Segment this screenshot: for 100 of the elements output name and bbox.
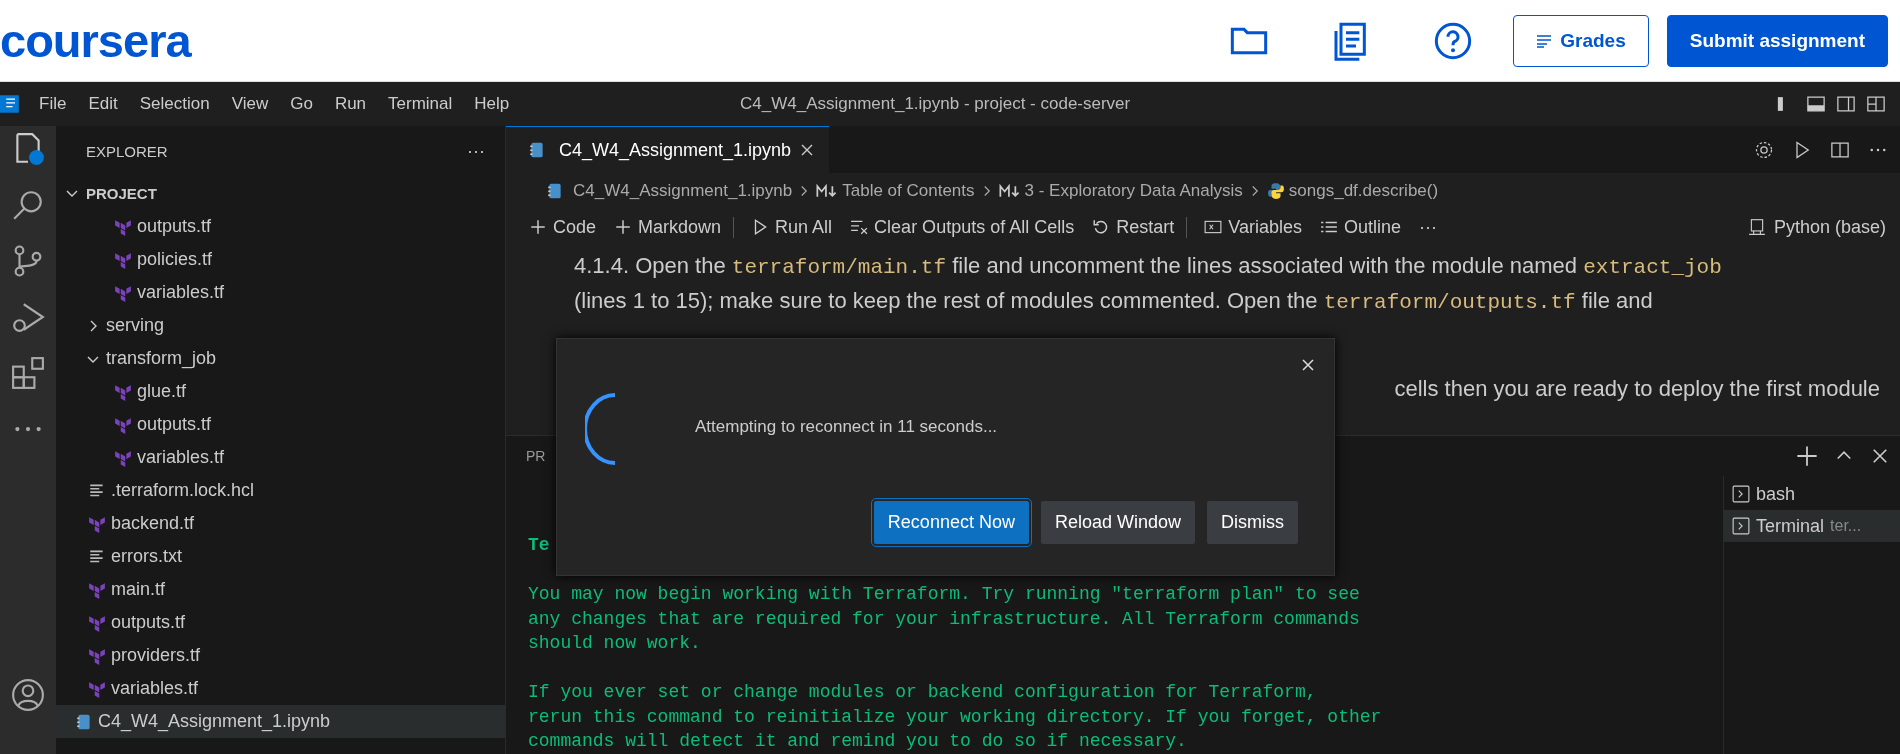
toolbar-button[interactable]: Clear Outputs of All Cells	[843, 216, 1082, 238]
plus-icon	[529, 218, 547, 236]
terraform-icon	[88, 514, 106, 533]
file-tree-item[interactable]: policies.tf	[56, 243, 505, 276]
menu-item[interactable]: Help	[463, 94, 521, 114]
python-icon	[1266, 182, 1285, 200]
help-icon[interactable]	[1433, 20, 1474, 61]
dialog-message: Attempting to reconnect in 11 seconds...	[695, 417, 998, 437]
terminal-icon	[1732, 517, 1750, 535]
close-icon[interactable]	[1870, 446, 1890, 466]
menu-item[interactable]: View	[220, 94, 280, 114]
file-tree-item[interactable]: errors.txt	[56, 540, 505, 573]
variables-icon	[1204, 218, 1223, 236]
panel-toggle-icon[interactable]	[1806, 94, 1826, 114]
terminal-line: You may now begin working with Terraform. Try running "terraform plan" to see	[528, 584, 1360, 604]
secondary-sidebar-icon[interactable]	[1836, 94, 1856, 114]
split-editor-icon[interactable]	[1830, 139, 1850, 160]
file-tree-item[interactable]: variables.tf	[56, 276, 505, 309]
toolbar-button[interactable]: Variables	[1197, 216, 1309, 238]
terminal-list-item[interactable]: bash	[1724, 478, 1900, 510]
file-tree-item[interactable]: providers.tf	[56, 639, 505, 672]
terraform-icon	[114, 415, 132, 434]
menu-item[interactable]: Terminal	[377, 94, 464, 114]
kernel-icon	[1747, 218, 1766, 236]
file-tree-item[interactable]: .terraform.lock.hcl	[56, 474, 505, 507]
dialog-button[interactable]: Dismiss	[1207, 501, 1298, 544]
menu-item[interactable]: File	[28, 94, 78, 114]
notebook-icon	[546, 182, 564, 200]
logo[interactable]: coursera	[0, 13, 191, 68]
list-icon	[1536, 32, 1553, 49]
file-tree-item[interactable]: transform_job	[56, 342, 505, 375]
terminal-line: commands will detect it and remind you to do so if necessary.	[528, 731, 1187, 751]
panel-tab[interactable]: PR	[526, 448, 546, 464]
dialog-button[interactable]: Reload Window	[1040, 501, 1195, 544]
new-terminal-icon[interactable]	[1796, 445, 1818, 467]
extensions-icon[interactable]	[11, 356, 45, 390]
search-icon[interactable]	[11, 188, 45, 222]
file-tree-item[interactable]: outputs.tf	[56, 210, 505, 243]
section-header[interactable]: PROJECT	[56, 176, 505, 210]
terraform-icon	[114, 448, 132, 467]
terminal-line: rerun this command to reinitialize your working directory. If you forget, other	[528, 706, 1382, 727]
editor-tab[interactable]: C4_W4_Assignment_1.ipynb	[506, 126, 830, 173]
notebook-icon	[75, 712, 93, 731]
file-tree-item[interactable]: glue.tf	[56, 375, 505, 408]
close-icon[interactable]	[1300, 357, 1316, 373]
breadcrumb-item[interactable]: 3 - Exploratory Data Analysis	[1024, 181, 1243, 201]
clear-icon	[850, 218, 869, 236]
terraform-icon	[114, 382, 132, 401]
plus-icon	[614, 218, 633, 236]
toolbar-button[interactable]: Restart	[1085, 216, 1188, 238]
dialog-button[interactable]: Reconnect Now	[873, 501, 1029, 544]
file-tree-item[interactable]: outputs.tf	[56, 606, 505, 639]
file-tree-item[interactable]: variables.tf	[56, 441, 505, 474]
markdown-paragraph: 4.1.4. Open the terraform/main.tf file and uncomment the lines associated with the module named extract_job (lines 1 to 15); make sure to keep the rest of modules commented. Open the terraform/outputs.tf file and	[574, 252, 1723, 316]
terminal-line: Te	[528, 535, 550, 555]
terminal-line: should now work.	[528, 633, 701, 653]
file-tree-item[interactable]: backend.tf	[56, 507, 505, 540]
layout-icon[interactable]	[1866, 94, 1886, 114]
sidebar-title: EXPLORER	[86, 142, 168, 160]
menu-item[interactable]: Edit	[77, 94, 129, 114]
terraform-icon	[88, 580, 106, 599]
menu-item[interactable]: Run	[323, 94, 378, 114]
toolbar-button[interactable]: Outline	[1312, 216, 1408, 238]
toolbar-button[interactable]: Code	[522, 216, 604, 238]
more-button[interactable]: ···	[467, 140, 485, 162]
grades-button[interactable]: Grades	[1513, 14, 1649, 67]
markdown-icon	[816, 183, 839, 199]
terraform-icon	[88, 613, 106, 632]
file-tree-item[interactable]: outputs.tf	[56, 408, 505, 441]
run-debug-icon[interactable]	[11, 300, 45, 334]
terminal-line: If you ever set or change modules or backend configuration for Terraform,	[528, 682, 1317, 702]
breadcrumb-item[interactable]: songs_df.describe()	[1288, 181, 1439, 201]
settings-icon[interactable]	[1754, 139, 1774, 160]
terminal-line: any changes that are required for your infrastructure. All Terraform commands	[528, 608, 1360, 629]
menu-icon[interactable]	[0, 94, 20, 114]
terminal-list-item[interactable]: Terminal ter...	[1724, 510, 1900, 542]
terraform-icon	[114, 250, 132, 269]
breadcrumb-item[interactable]: Table of Contents	[842, 181, 975, 201]
menu-item[interactable]: Selection	[128, 94, 221, 114]
file-tree-item[interactable]: C4_W4_Assignment_1.ipynb	[56, 705, 505, 738]
window-title: C4_W4_Assignment_1.ipynb - project - code-server	[740, 94, 1131, 114]
terraform-icon	[114, 283, 132, 302]
breadcrumb-item[interactable]: C4_W4_Assignment_1.ipynb	[573, 181, 793, 201]
notebook-icon	[528, 141, 546, 159]
terraform-icon	[88, 679, 106, 698]
terraform-icon	[114, 217, 132, 236]
toolbar-button[interactable]: Markdown	[607, 216, 735, 238]
terminal-icon	[1732, 485, 1750, 503]
terraform-icon	[88, 646, 106, 665]
markdown-icon	[998, 183, 1021, 199]
menu-item[interactable]: Go	[279, 94, 324, 114]
kernel-picker[interactable]: Python (base)	[1747, 216, 1900, 238]
markdown-paragraph: cells then you are ready to deploy the first module	[1394, 376, 1880, 401]
toolbar-button[interactable]: Run All	[744, 216, 840, 238]
submit-button[interactable]: Submit assignment	[1666, 14, 1888, 67]
file-tree-item[interactable]: main.tf	[56, 573, 505, 606]
account-icon[interactable]	[11, 678, 45, 712]
file-tree-item[interactable]: serving	[56, 309, 505, 342]
toolbar-button[interactable]: ···	[1412, 216, 1444, 238]
file-tree-item[interactable]: variables.tf	[56, 672, 505, 705]
